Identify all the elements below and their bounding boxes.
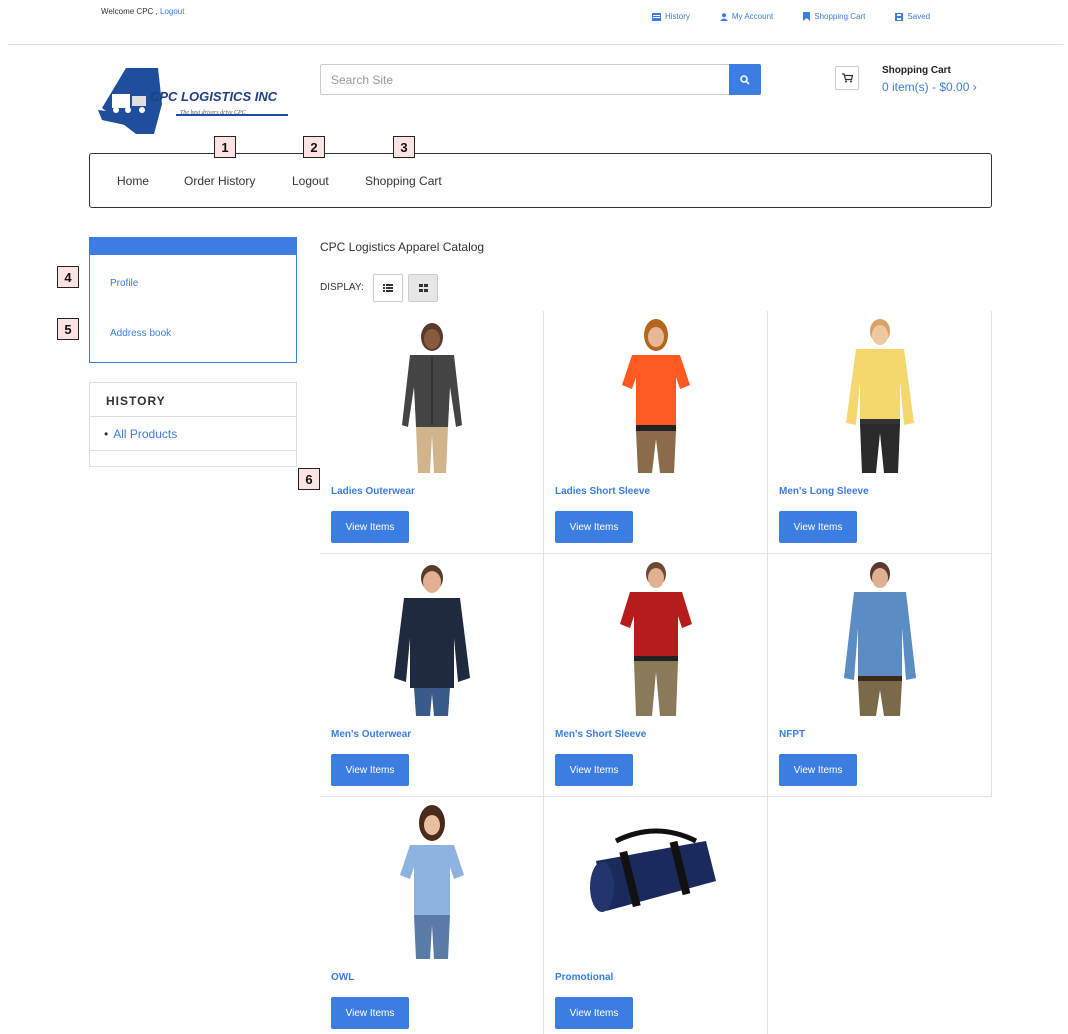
cart-title: Shopping Cart bbox=[882, 65, 951, 76]
company-logo[interactable]: CPC LOGISTICS INC The best drivers drive… bbox=[96, 64, 294, 136]
ladies-blue-polo-image bbox=[399, 805, 464, 959]
history-panel: HISTORY All Products bbox=[89, 382, 297, 467]
history-link[interactable]: History bbox=[652, 12, 690, 21]
product-name[interactable]: Promotional bbox=[555, 972, 613, 983]
search-button[interactable] bbox=[729, 64, 761, 95]
view-items-button[interactable]: View Items bbox=[331, 997, 409, 1029]
history-link-label: History bbox=[665, 12, 690, 21]
product-name[interactable]: Ladies Outerwear bbox=[331, 486, 415, 497]
product-name[interactable]: OWL bbox=[331, 972, 354, 983]
logout-link[interactable]: Logout bbox=[160, 7, 184, 16]
product-name[interactable]: Men's Long Sleeve bbox=[779, 486, 869, 497]
main-nav: Home Order History Logout Shopping Cart bbox=[89, 153, 992, 208]
top-links: History My Account Shopping Cart Saved bbox=[652, 12, 960, 21]
mens-shirt-image bbox=[845, 319, 914, 473]
my-account-link[interactable]: My Account bbox=[719, 12, 774, 21]
welcome-text: Welcome CPC , bbox=[101, 7, 158, 16]
welcome-message: Welcome CPC , Logout bbox=[101, 7, 184, 16]
history-title: HISTORY bbox=[106, 394, 166, 408]
list-view-icon bbox=[383, 284, 393, 292]
product-card: Men's Long Sleeve View Items bbox=[768, 311, 992, 554]
grid-view-button[interactable] bbox=[408, 274, 438, 302]
product-name[interactable]: Ladies Short Sleeve bbox=[555, 486, 650, 497]
cart-icon bbox=[841, 73, 853, 83]
annotation-marker-2: 2 bbox=[303, 136, 325, 158]
ladies-polo-image bbox=[621, 319, 690, 473]
product-card: Promotional View Items bbox=[544, 797, 768, 1034]
site-search bbox=[320, 64, 761, 95]
display-label: DISPLAY: bbox=[320, 282, 364, 293]
logo-name: CPC LOGISTICS INC bbox=[150, 89, 278, 104]
view-items-button[interactable]: View Items bbox=[555, 511, 633, 543]
saved-link[interactable]: Saved bbox=[895, 12, 930, 21]
grid-view-icon bbox=[418, 284, 428, 292]
header-divider bbox=[8, 44, 1063, 45]
product-name[interactable]: Men's Short Sleeve bbox=[555, 729, 646, 740]
product-card: NFPT View Items bbox=[768, 554, 992, 797]
top-bar: Welcome CPC , Logout History My Account … bbox=[0, 0, 1068, 44]
nav-order-history[interactable]: Order History bbox=[184, 174, 255, 188]
catalog-title: CPC Logistics Apparel Catalog bbox=[320, 240, 485, 254]
view-items-button[interactable]: View Items bbox=[331, 511, 409, 543]
annotation-marker-3: 3 bbox=[393, 136, 415, 158]
view-items-button[interactable]: View Items bbox=[779, 511, 857, 543]
annotation-marker-6: 6 bbox=[298, 468, 320, 490]
nav-home[interactable]: Home bbox=[117, 174, 149, 188]
annotation-marker-5: 5 bbox=[57, 318, 79, 340]
account-panel: Profile Address book bbox=[89, 237, 297, 363]
view-items-button[interactable]: View Items bbox=[779, 754, 857, 786]
mens-jacket-image bbox=[393, 565, 470, 716]
search-input[interactable] bbox=[320, 64, 729, 95]
search-icon bbox=[740, 74, 750, 85]
cart-summary[interactable]: 0 item(s) - $0.00 › bbox=[882, 80, 977, 94]
blanket-roll-image bbox=[589, 828, 716, 912]
product-card: Ladies Short Sleeve View Items bbox=[544, 311, 768, 554]
ladies-jacket-image bbox=[401, 323, 462, 473]
logo-tagline: The best drivers drive CPC bbox=[180, 110, 246, 116]
view-items-button[interactable]: View Items bbox=[331, 754, 409, 786]
cart-button[interactable] bbox=[835, 66, 859, 90]
nav-logout[interactable]: Logout bbox=[292, 174, 329, 188]
view-items-button[interactable]: View Items bbox=[555, 997, 633, 1029]
all-products-link[interactable]: All Products bbox=[104, 427, 177, 441]
list-view-button[interactable] bbox=[373, 274, 403, 302]
shopping-cart-link[interactable]: Shopping Cart bbox=[803, 12, 865, 21]
address-book-link[interactable]: Address book bbox=[110, 328, 171, 339]
product-card: OWL View Items bbox=[320, 797, 544, 1034]
save-icon bbox=[895, 12, 904, 21]
product-card: Men's Short Sleeve View Items bbox=[544, 554, 768, 797]
product-name[interactable]: Men's Outerwear bbox=[331, 729, 411, 740]
product-name[interactable]: NFPT bbox=[779, 729, 805, 740]
annotation-marker-1: 1 bbox=[214, 136, 236, 158]
nav-shopping-cart[interactable]: Shopping Cart bbox=[365, 174, 442, 188]
product-card: Men's Outerwear View Items bbox=[320, 554, 544, 797]
user-icon bbox=[719, 12, 728, 21]
view-items-button[interactable]: View Items bbox=[555, 754, 633, 786]
bookmark-icon bbox=[803, 12, 811, 21]
history-list-item: All Products bbox=[90, 416, 297, 451]
product-card: Ladies Outerwear View Items bbox=[320, 311, 544, 554]
mens-denim-shirt-image bbox=[843, 562, 916, 716]
annotation-marker-4: 4 bbox=[57, 266, 79, 288]
saved-label: Saved bbox=[907, 12, 931, 21]
shopping-cart-label: Shopping Cart bbox=[814, 12, 866, 21]
mens-polo-image bbox=[619, 562, 692, 716]
history-icon bbox=[652, 12, 661, 21]
account-panel-header bbox=[90, 238, 296, 255]
profile-link[interactable]: Profile bbox=[110, 278, 138, 289]
my-account-label: My Account bbox=[731, 12, 774, 21]
